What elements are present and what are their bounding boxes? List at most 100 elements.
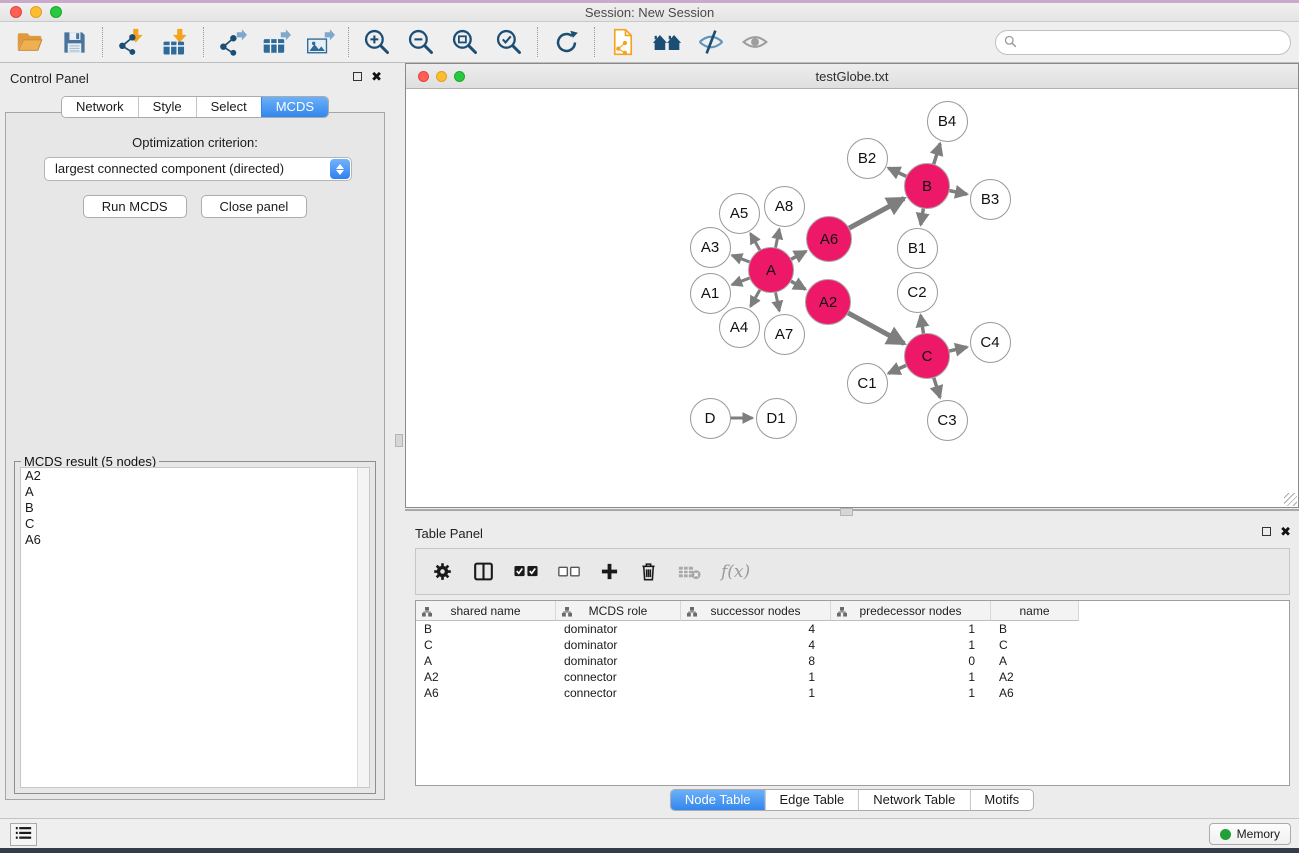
deselect-all-button[interactable] [558,566,580,578]
graph-node-A1[interactable]: A1 [690,273,731,314]
column-header-name[interactable]: name [991,601,1079,621]
import-network-button[interactable] [109,25,153,59]
float-table-panel-icon[interactable] [1262,527,1271,536]
control-panel: Control Panel ✖ NetworkStyleSelectMCDS O… [0,63,390,818]
optimization-criterion-label: Optimization criterion: [6,135,384,150]
settings-gear-button[interactable] [432,561,453,582]
column-label: successor nodes [710,604,800,618]
add-row-button[interactable] [600,562,619,581]
graph-node-A7[interactable]: A7 [764,314,805,355]
import-table-button[interactable] [153,25,197,59]
new-network-from-file-button[interactable] [601,25,645,59]
close-panel-button[interactable]: Close panel [201,195,308,218]
home-icon [652,27,682,57]
graph-node-A6[interactable]: A6 [806,216,852,262]
graph-node-A2[interactable]: A2 [805,279,851,325]
export-table-button[interactable] [254,25,298,59]
list-scrollbar[interactable] [357,468,369,787]
column-header-mcds-role[interactable]: MCDS role [556,601,681,621]
tab-mcds[interactable]: MCDS [261,97,328,117]
table-toolbar: f(x) [415,548,1290,595]
graph-node-D[interactable]: D [690,398,731,439]
table-row[interactable]: Cdominator41C [416,637,1289,653]
table-panel-title: Table Panel [415,526,483,541]
graph-node-C3[interactable]: C3 [927,400,968,441]
tab-motifs[interactable]: Motifs [969,790,1033,810]
table-row[interactable]: Bdominator41B [416,621,1289,637]
open-file-button[interactable] [8,25,52,59]
graph-node-C[interactable]: C [904,333,950,379]
select-all-icon [514,565,538,578]
graph-node-B1[interactable]: B1 [897,228,938,269]
export-network-button[interactable] [210,25,254,59]
column-header-predecessor-nodes[interactable]: predecessor nodes [831,601,991,621]
network-canvas[interactable]: B4 B2 B B3 A5A8A6 A3 B1 A C2 A1 A2 A4A7 C4 C C1 C3 D D1 [406,89,1298,507]
criterion-dropdown[interactable]: largest connected component (directed) [44,157,352,181]
zoom-fit-button[interactable] [443,25,487,59]
hide-graphics-button[interactable] [689,25,733,59]
refresh-button[interactable] [544,25,588,59]
memory-button[interactable]: Memory [1209,823,1291,845]
column-label: name [1019,604,1049,618]
graph-node-A4[interactable]: A4 [719,307,760,348]
graph-node-D1[interactable]: D1 [756,398,797,439]
vertical-split-handle[interactable] [395,434,403,447]
graph-node-B[interactable]: B [904,163,950,209]
tab-edge-table[interactable]: Edge Table [764,790,858,810]
float-panel-icon[interactable] [353,72,362,81]
delete-row-trash-button[interactable] [639,561,658,582]
graph-node-A5[interactable]: A5 [719,193,760,234]
tab-select[interactable]: Select [196,97,261,117]
task-history-button[interactable] [10,823,37,846]
graph-node-C4[interactable]: C4 [970,322,1011,363]
column-header-shared-name[interactable]: shared name [416,601,556,621]
table-row[interactable]: Adominator80A [416,653,1289,669]
column-label: MCDS role [589,604,648,618]
mcds-result-item[interactable]: C [21,516,369,532]
mcds-result-group: MCDS result (5 nodes) A2ABCA6 [14,454,376,794]
table-row[interactable]: A2connector11A2 [416,669,1289,685]
column-layout-button[interactable] [473,561,494,582]
network-window-titlebar[interactable]: testGlobe.txt [406,64,1298,89]
select-all-button[interactable] [514,565,538,578]
graph-node-B2[interactable]: B2 [847,138,888,179]
table-row[interactable]: A6connector11A6 [416,685,1289,701]
mcds-result-item[interactable]: A2 [21,468,369,484]
tab-network-table[interactable]: Network Table [858,790,969,810]
tab-node-table[interactable]: Node Table [671,790,765,810]
node-table: shared name MCDS role successor nodes prede… [415,600,1290,786]
tab-style[interactable]: Style [138,97,196,117]
graph-node-C2[interactable]: C2 [897,272,938,313]
zoom-out-button[interactable] [399,25,443,59]
graph-node-C1[interactable]: C1 [847,363,888,404]
dropdown-stepper-icon[interactable] [330,159,350,179]
close-panel-icon[interactable]: ✖ [371,71,382,82]
mcds-result-list[interactable]: A2ABCA6 [20,467,370,788]
export-image-button[interactable] [298,25,342,59]
graph-node-A[interactable]: A [748,247,794,293]
close-table-panel-icon[interactable]: ✖ [1280,526,1291,537]
horizontal-split-handle[interactable] [840,508,853,516]
mcds-result-item[interactable]: B [21,500,369,516]
table-cell: C [991,637,1079,653]
toolbar-separator [102,27,103,57]
table-cell: 0 [831,653,991,669]
graph-node-B4[interactable]: B4 [927,101,968,142]
window-resize-grip[interactable] [1284,493,1297,506]
zoom-selected-button[interactable] [487,25,531,59]
graph-node-B3[interactable]: B3 [970,179,1011,220]
open-file-icon [16,28,44,56]
table-cell: 1 [831,621,991,637]
mcds-result-item[interactable]: A [21,484,369,500]
column-header-successor-nodes[interactable]: successor nodes [681,601,831,621]
search-input[interactable] [1021,33,1290,53]
mcds-result-item[interactable]: A6 [21,532,369,548]
search-field[interactable] [995,30,1291,55]
home-button[interactable] [645,25,689,59]
zoom-in-button[interactable] [355,25,399,59]
graph-node-A3[interactable]: A3 [690,227,731,268]
save-session-button[interactable] [52,25,96,59]
tab-network[interactable]: Network [62,97,138,117]
graph-node-A8[interactable]: A8 [764,186,805,227]
run-mcds-button[interactable]: Run MCDS [83,195,187,218]
